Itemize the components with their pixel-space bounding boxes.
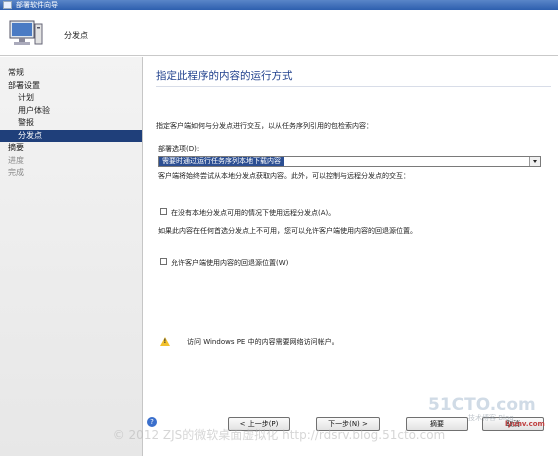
chevron-down-icon[interactable] xyxy=(529,157,540,166)
wizard-header: 分发点 xyxy=(0,10,558,56)
header-title: 分发点 xyxy=(64,31,88,40)
window-titlebar: 部署软件向导 xyxy=(0,0,558,10)
wizard-icon xyxy=(3,1,12,9)
fallback-note: 如果此内容在任何首选分发点上不可用，您可以允许客户端使用内容的回退源位置。 xyxy=(158,227,417,235)
use-remote-dp-label[interactable]: 在没有本地分发点可用的情况下使用远程分发点(A)。 xyxy=(171,208,335,218)
use-remote-dp-checkbox[interactable] xyxy=(160,208,167,215)
window-title: 部署软件向导 xyxy=(16,1,58,9)
nav-item-alerts[interactable]: 警报 xyxy=(0,117,142,130)
deploy-option-label: 部署选项(D): xyxy=(158,145,200,153)
computer-icon xyxy=(9,20,43,45)
nav-item-general[interactable]: 常规 xyxy=(0,67,142,80)
fallback-source-checkbox[interactable] xyxy=(160,258,167,265)
site-logo: 51CTO.com xyxy=(428,395,536,415)
title-divider xyxy=(156,86,551,87)
page-title: 指定此程序的内容的运行方式 xyxy=(156,70,293,82)
nav-item-completion: 完成 xyxy=(8,168,24,177)
nav-item-deployment-settings[interactable]: 部署设置 xyxy=(0,80,142,93)
warning-icon xyxy=(160,337,170,346)
copyright-watermark: © 2012 ZJS的微软桌面虚拟化 http://rdsrv.blog.51c… xyxy=(112,428,446,442)
intro-text: 指定客户端如何与分发点进行交互，以从任务序列引用的包检索内容： xyxy=(156,122,373,130)
nav-item-summary[interactable]: 摘要 xyxy=(0,142,142,155)
nav-item-progress: 进度 xyxy=(8,155,24,165)
nav-item-schedule[interactable]: 计划 xyxy=(0,92,142,105)
nav-item-user-experience[interactable]: 用户体验 xyxy=(0,105,142,118)
deploy-option-value: 需要时通过运行任务序列本地下载内容 xyxy=(159,157,284,166)
deploy-note: 客户端将始终尝试从本地分发点获取内容。此外，可以控制与远程分发点的交互： xyxy=(158,172,410,180)
fallback-source-label[interactable]: 允许客户端使用内容的回退源位置(W) xyxy=(171,258,288,268)
wizard-nav: 常规 部署设置 计划 用户体验 警报 分发点 摘要 进度 完成 xyxy=(0,57,143,456)
deploy-option-select[interactable]: 需要时通过运行任务序列本地下载内容 xyxy=(158,156,541,167)
nav-item-distribution-points[interactable]: 分发点 xyxy=(0,129,142,142)
warning-text: 访问 Windows PE 中的内容需要网络访问帐户。 xyxy=(187,338,339,346)
